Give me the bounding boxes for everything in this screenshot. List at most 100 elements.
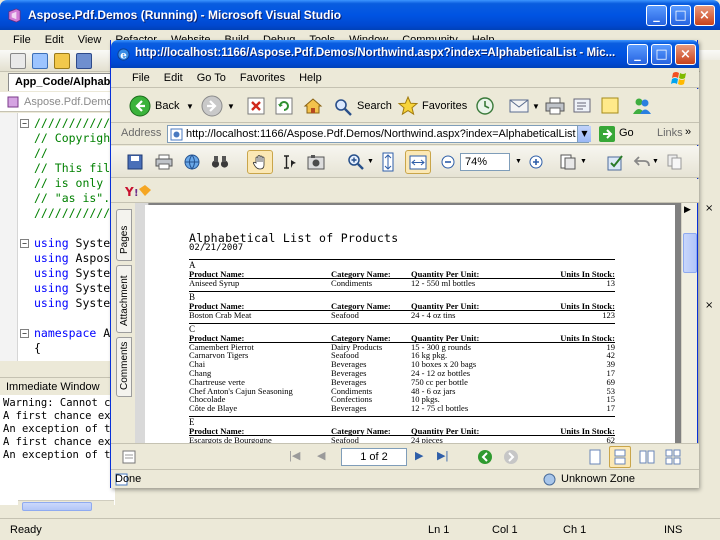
type-dropdown[interactable]: Aspose.Pdf.Demos (0, 92, 118, 112)
ie-title-bar[interactable]: e http://localhost:1166/Aspose.Pdf.Demos… (111, 40, 699, 68)
menu-item-file[interactable]: File (125, 72, 157, 84)
zoom-field[interactable]: 74% (460, 153, 510, 171)
address-dropdown-icon[interactable]: ▼ (577, 126, 591, 142)
stop-icon[interactable] (247, 97, 265, 115)
forward-arrow-icon[interactable] (201, 95, 223, 117)
chevron-down-icon[interactable]: ▼ (186, 102, 194, 111)
zoom-in-small-icon[interactable] (529, 155, 543, 169)
collapse-icon[interactable]: − (20, 239, 29, 248)
scrollbar-thumb[interactable] (683, 233, 697, 273)
vs-minimize-button[interactable]: _ (646, 5, 667, 26)
cell-qty: 24 - 4 oz tins (411, 309, 456, 320)
rotate-pages-icon[interactable] (559, 153, 577, 171)
go-arrow-icon[interactable] (599, 126, 615, 142)
close-icon[interactable]: × (705, 300, 713, 311)
mail-icon[interactable] (509, 97, 531, 115)
horizontal-scrollbar[interactable] (18, 500, 114, 512)
open-folder-icon[interactable] (54, 53, 70, 69)
home-icon[interactable] (303, 96, 323, 116)
facing-pages-icon[interactable] (639, 449, 655, 465)
favorites-button-label[interactable]: Favorites (422, 100, 467, 112)
fit-page-icon[interactable] (381, 152, 395, 172)
vs-title-bar[interactable]: Aspose.Pdf.Demos (Running) - Microsoft V… (0, 0, 720, 30)
tab-comments[interactable]: Comments (116, 337, 132, 397)
menu-item-file[interactable]: File (6, 34, 38, 46)
discuss-icon[interactable] (601, 97, 621, 115)
menu-item-edit[interactable]: Edit (157, 72, 190, 84)
last-page-icon[interactable]: ▶| (437, 449, 448, 462)
history-icon[interactable] (475, 96, 495, 116)
menu-item-help[interactable]: Help (292, 72, 329, 84)
tab-pages[interactable]: Pages (116, 209, 132, 261)
fit-width-button[interactable] (405, 150, 431, 174)
email-globe-icon[interactable] (183, 153, 201, 171)
code-line: // Copyrigh (34, 131, 110, 145)
chevron-down-icon[interactable]: ▼ (367, 158, 374, 165)
chevron-down-icon[interactable]: ▼ (227, 102, 235, 111)
save-icon[interactable] (127, 154, 143, 170)
zoom-out-icon[interactable] (441, 155, 455, 169)
messenger-icon[interactable] (631, 96, 653, 116)
pdf-vertical-scrollbar[interactable]: ▶ (681, 203, 697, 443)
undo-icon[interactable] (633, 155, 651, 169)
find-binoculars-icon[interactable] (211, 154, 229, 170)
yahoo-toolbar-icon[interactable]: Y ! (123, 181, 157, 201)
file-tab[interactable]: App_Code/Alphab (8, 73, 113, 91)
previous-view-icon[interactable] (477, 449, 493, 465)
search-icon[interactable] (333, 97, 353, 117)
print-icon[interactable] (155, 154, 173, 170)
zoom-in-icon[interactable] (347, 153, 365, 171)
ie-maximize-button[interactable]: □ (651, 44, 672, 65)
favorites-star-icon[interactable] (397, 95, 419, 117)
copy-icon[interactable] (667, 154, 683, 170)
chevron-right-icon[interactable]: » (685, 126, 691, 138)
tab-attachments[interactable]: Attachment (116, 265, 132, 333)
review-icon[interactable] (607, 154, 625, 171)
snapshot-icon[interactable] (307, 154, 325, 170)
previous-page-icon[interactable]: ◀ (317, 449, 325, 462)
continuous-button[interactable] (609, 446, 631, 468)
scrollbar-thumb[interactable] (22, 502, 92, 511)
single-page-icon[interactable] (587, 449, 603, 465)
first-page-icon[interactable]: |◀ (289, 449, 300, 462)
address-input[interactable]: http://localhost:1166/Aspose.Pdf.Demos/N… (167, 125, 589, 143)
page-number-field[interactable]: 1 of 2 (341, 448, 407, 466)
hand-tool-button[interactable] (247, 150, 273, 174)
links-label[interactable]: Links (657, 127, 683, 139)
chevron-down-icon[interactable]: ▼ (652, 158, 659, 165)
pdf-document-area[interactable]: Alphabetical List of Products 02/21/2007… (135, 203, 681, 443)
page-layout-icon[interactable] (121, 449, 137, 465)
menu-item-view[interactable]: View (71, 34, 109, 46)
search-button-label[interactable]: Search (357, 100, 392, 112)
chevron-down-icon[interactable]: ▼ (515, 158, 522, 165)
next-page-icon[interactable]: ▶ (415, 449, 423, 462)
refresh-icon[interactable] (275, 97, 293, 115)
new-project-icon[interactable] (10, 53, 26, 69)
close-icon[interactable]: × (705, 203, 713, 214)
menu-item-edit[interactable]: Edit (38, 34, 71, 46)
next-view-icon[interactable] (503, 449, 519, 465)
code-editor[interactable]: − − − ///////////// Copyrigh//// This fi… (0, 113, 115, 361)
chevron-down-icon[interactable]: ▼ (532, 102, 540, 111)
edit-icon[interactable] (573, 97, 593, 115)
ie-minimize-button[interactable]: _ (627, 44, 648, 65)
ie-close-button[interactable]: × (675, 44, 696, 65)
vs-maximize-button[interactable]: □ (670, 5, 691, 26)
select-text-icon[interactable] (281, 154, 297, 170)
save-icon[interactable] (76, 53, 92, 69)
continuous-facing-icon[interactable] (665, 449, 681, 465)
collapse-icon[interactable]: − (20, 329, 29, 338)
add-item-icon[interactable] (32, 53, 48, 69)
menu-item-go-to[interactable]: Go To (190, 72, 233, 84)
go-button-label[interactable]: Go (619, 127, 634, 139)
immediate-window[interactable]: Warning: Cannot cA first chance ex An exc… (0, 395, 115, 505)
cell-category: Beverages (331, 403, 367, 414)
scroll-right-icon[interactable]: ▶ (684, 205, 691, 215)
print-icon[interactable] (545, 97, 565, 115)
menu-item-favorites[interactable]: Favorites (233, 72, 292, 84)
back-button-label[interactable]: Back (155, 100, 179, 112)
vs-close-button[interactable]: × (694, 5, 715, 26)
chevron-down-icon[interactable]: ▼ (580, 158, 587, 165)
back-arrow-icon[interactable] (129, 95, 151, 117)
collapse-icon[interactable]: − (20, 119, 29, 128)
